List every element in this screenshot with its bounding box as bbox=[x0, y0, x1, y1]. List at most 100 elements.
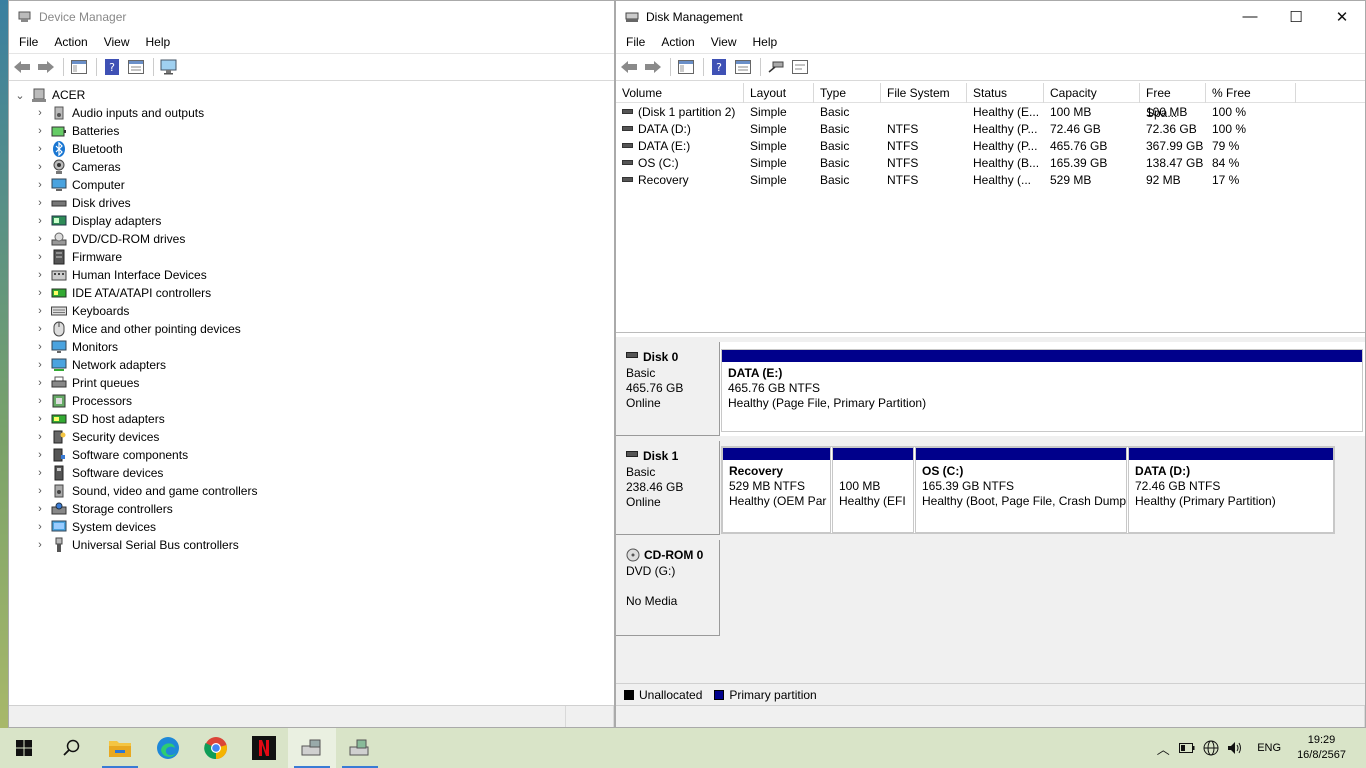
file-explorer-icon[interactable] bbox=[96, 728, 144, 768]
chevron-right-icon[interactable]: › bbox=[33, 449, 47, 461]
disk-1-label[interactable]: Disk 1 Basic 238.46 GB Online bbox=[616, 441, 720, 535]
back-arrow-icon[interactable] bbox=[11, 56, 33, 78]
partition-data-e[interactable]: DATA (E:) 465.76 GB NTFS Healthy (Page F… bbox=[721, 349, 1363, 432]
chrome-icon[interactable] bbox=[192, 728, 240, 768]
cdrom-0-label[interactable]: CD-ROM 0 DVD (G:) No Media bbox=[616, 540, 720, 636]
edge-icon[interactable] bbox=[144, 728, 192, 768]
console-icon[interactable] bbox=[789, 56, 811, 78]
tree-item-category[interactable]: › Storage controllers bbox=[9, 500, 614, 518]
tree-item-category[interactable]: › Security devices bbox=[9, 428, 614, 446]
partition-os-c[interactable]: OS (C:) 165.39 GB NTFS Healthy (Boot, Pa… bbox=[915, 447, 1127, 533]
network-globe-icon[interactable] bbox=[1199, 740, 1223, 756]
disk-0-label[interactable]: Disk 0 Basic 465.76 GB Online bbox=[616, 342, 720, 436]
chevron-right-icon[interactable]: › bbox=[33, 341, 47, 353]
minimize-icon[interactable]: — bbox=[1227, 1, 1273, 32]
tree-item-category[interactable]: › Computer bbox=[9, 176, 614, 194]
device-manager-icon[interactable] bbox=[288, 728, 336, 768]
menu-action[interactable]: Action bbox=[46, 32, 95, 53]
menu-view[interactable]: View bbox=[703, 32, 745, 53]
tree-item-category[interactable]: › Firmware bbox=[9, 248, 614, 266]
partition-efi[interactable]: 100 MB Healthy (EFI bbox=[832, 447, 914, 533]
tree-item-category[interactable]: › Disk drives bbox=[9, 194, 614, 212]
search-icon[interactable] bbox=[48, 728, 96, 768]
chevron-right-icon[interactable]: › bbox=[33, 143, 47, 155]
show-hide-tree-icon[interactable] bbox=[68, 56, 90, 78]
help-icon[interactable]: ? bbox=[708, 56, 730, 78]
chevron-right-icon[interactable]: › bbox=[33, 503, 47, 515]
tree-item-category[interactable]: › DVD/CD-ROM drives bbox=[9, 230, 614, 248]
partition-recovery[interactable]: Recovery 529 MB NTFS Healthy (OEM Par bbox=[722, 447, 831, 533]
column-header[interactable]: Free Spa... bbox=[1140, 83, 1206, 120]
forward-arrow-icon[interactable] bbox=[35, 56, 57, 78]
chevron-right-icon[interactable]: › bbox=[33, 215, 47, 227]
show-hide-tree-icon[interactable] bbox=[675, 56, 697, 78]
chevron-right-icon[interactable]: › bbox=[33, 377, 47, 389]
tree-item-category[interactable]: › IDE ATA/ATAPI controllers bbox=[9, 284, 614, 302]
connect-icon[interactable] bbox=[765, 56, 787, 78]
column-header[interactable]: Type bbox=[814, 83, 881, 103]
tree-item-category[interactable]: › Mice and other pointing devices bbox=[9, 320, 614, 338]
volume-row[interactable]: DATA (E:) Simple Basic NTFS Healthy (P... 465… bbox=[616, 137, 1365, 154]
menu-action[interactable]: Action bbox=[653, 32, 702, 53]
properties-icon[interactable] bbox=[125, 56, 147, 78]
menu-file[interactable]: File bbox=[11, 32, 46, 53]
title-bar[interactable]: Disk Management — ☐ ✕ bbox=[616, 1, 1365, 32]
tree-item-category[interactable]: › System devices bbox=[9, 518, 614, 536]
volume-icon[interactable] bbox=[1223, 741, 1247, 755]
chevron-right-icon[interactable]: › bbox=[33, 251, 47, 263]
volume-row[interactable]: OS (C:) Simple Basic NTFS Healthy (B... 165.3… bbox=[616, 154, 1365, 171]
tree-item-category[interactable]: › Sound, video and game controllers bbox=[9, 482, 614, 500]
chevron-right-icon[interactable]: › bbox=[33, 323, 47, 335]
close-icon[interactable]: ✕ bbox=[1319, 1, 1365, 32]
tree-root[interactable]: ⌄ ACER bbox=[9, 86, 614, 104]
battery-icon[interactable] bbox=[1175, 743, 1199, 753]
column-header[interactable]: Capacity bbox=[1044, 83, 1140, 103]
tree-item-category[interactable]: › Keyboards bbox=[9, 302, 614, 320]
start-icon[interactable] bbox=[0, 728, 48, 768]
chevron-right-icon[interactable]: › bbox=[33, 467, 47, 479]
tree-item-category[interactable]: › Bluetooth bbox=[9, 140, 614, 158]
volume-row[interactable]: DATA (D:) Simple Basic NTFS Healthy (P... 72.… bbox=[616, 120, 1365, 137]
partition-data-d[interactable]: DATA (D:) 72.46 GB NTFS Healthy (Primary… bbox=[1128, 447, 1334, 533]
column-header[interactable]: Layout bbox=[744, 83, 814, 103]
chevron-right-icon[interactable]: › bbox=[33, 233, 47, 245]
tree-item-category[interactable]: › Universal Serial Bus controllers bbox=[9, 536, 614, 554]
chevron-right-icon[interactable]: › bbox=[33, 413, 47, 425]
scan-hardware-icon[interactable] bbox=[158, 56, 180, 78]
menu-view[interactable]: View bbox=[96, 32, 138, 53]
tree-item-category[interactable]: › Cameras bbox=[9, 158, 614, 176]
chevron-right-icon[interactable]: › bbox=[33, 269, 47, 281]
chevron-right-icon[interactable]: › bbox=[33, 107, 47, 119]
chevron-right-icon[interactable]: › bbox=[33, 359, 47, 371]
column-header[interactable]: Status bbox=[967, 83, 1044, 103]
tree-item-category[interactable]: › Monitors bbox=[9, 338, 614, 356]
chevron-right-icon[interactable]: › bbox=[33, 179, 47, 191]
chevron-right-icon[interactable]: › bbox=[33, 521, 47, 533]
help-icon[interactable]: ? bbox=[101, 56, 123, 78]
properties-icon[interactable] bbox=[732, 56, 754, 78]
tree-item-category[interactable]: › Human Interface Devices bbox=[9, 266, 614, 284]
chevron-right-icon[interactable]: › bbox=[33, 539, 47, 551]
volume-row[interactable]: (Disk 1 partition 2) Simple Basic Healthy (… bbox=[616, 103, 1365, 120]
tree-item-category[interactable]: › Software devices bbox=[9, 464, 614, 482]
clock[interactable]: 19:29 16/8/2567 bbox=[1291, 733, 1356, 763]
column-header[interactable]: File System bbox=[881, 83, 967, 103]
menu-help[interactable]: Help bbox=[138, 32, 179, 53]
disk-management-icon[interactable] bbox=[336, 728, 384, 768]
tree-item-category[interactable]: › Display adapters bbox=[9, 212, 614, 230]
tree-item-category[interactable]: › Print queues bbox=[9, 374, 614, 392]
tree-item-category[interactable]: › SD host adapters bbox=[9, 410, 614, 428]
chevron-right-icon[interactable]: › bbox=[33, 485, 47, 497]
chevron-right-icon[interactable]: › bbox=[33, 125, 47, 137]
chevron-right-icon[interactable]: › bbox=[33, 161, 47, 173]
chevron-up-icon[interactable]: ︿ bbox=[1151, 739, 1175, 758]
menu-file[interactable]: File bbox=[618, 32, 653, 53]
chevron-down-icon[interactable]: ⌄ bbox=[13, 89, 27, 102]
chevron-right-icon[interactable]: › bbox=[33, 431, 47, 443]
title-bar[interactable]: Device Manager bbox=[9, 1, 614, 32]
tree-item-category[interactable]: › Audio inputs and outputs bbox=[9, 104, 614, 122]
column-header[interactable]: Volume bbox=[616, 83, 744, 103]
tree-item-category[interactable]: › Processors bbox=[9, 392, 614, 410]
tree-item-category[interactable]: › Batteries bbox=[9, 122, 614, 140]
tree-item-category[interactable]: › Software components bbox=[9, 446, 614, 464]
